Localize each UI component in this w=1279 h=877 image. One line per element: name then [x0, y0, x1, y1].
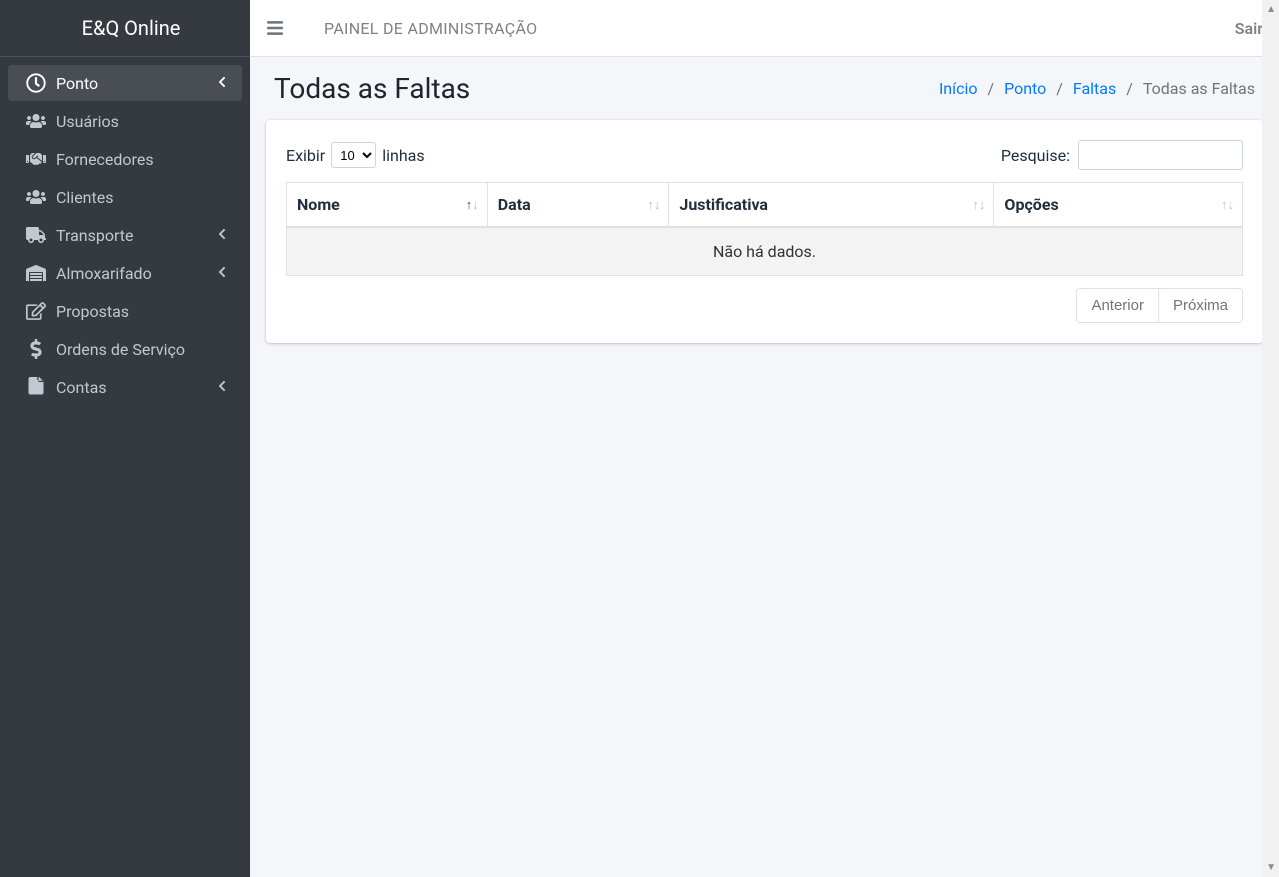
breadcrumb: Início / Ponto / Faltas / Todas as Falta… — [939, 79, 1255, 98]
content-header: Todas as Faltas Início / Ponto / Faltas … — [250, 57, 1279, 120]
brand-title[interactable]: E&Q Online — [0, 0, 250, 57]
warehouse-icon — [24, 263, 48, 283]
sidebar-item-ponto[interactable]: Ponto — [8, 65, 242, 101]
length-suffix: linhas — [382, 146, 424, 165]
handshake-icon — [24, 149, 48, 169]
users-icon — [24, 111, 48, 131]
main-content: PAINEL DE ADMINISTRAÇÃO Sair Todas as Fa… — [250, 0, 1279, 877]
sidebar-item-label: Clientes — [56, 188, 226, 207]
sidebar-item-transporte[interactable]: Transporte — [8, 217, 242, 253]
top-navbar: PAINEL DE ADMINISTRAÇÃO Sair — [250, 0, 1279, 57]
chevron-left-icon — [218, 228, 226, 243]
breadcrumb-sep: / — [1124, 79, 1135, 98]
pagination: Anterior Próxima — [1076, 288, 1243, 323]
sidebar-item-ordens[interactable]: Ordens de Serviço — [8, 331, 242, 367]
sidebar-item-clientes[interactable]: Clientes — [8, 179, 242, 215]
sidebar-item-label: Transporte — [56, 226, 218, 245]
col-label: Nome — [297, 195, 340, 214]
dollar-icon — [24, 339, 48, 359]
data-table: Nome ↑↓ Data ↑↓ Justificativa ↑↓ — [286, 182, 1243, 276]
table-empty-cell: Não há dados. — [287, 227, 1243, 276]
pen-icon — [24, 301, 48, 321]
users-icon — [24, 187, 48, 207]
invoice-icon — [24, 377, 48, 397]
breadcrumb-home[interactable]: Início — [939, 79, 978, 98]
sidebar-nav: Ponto Usuários — [0, 57, 250, 415]
chevron-left-icon — [218, 76, 226, 91]
search-label: Pesquise: — [1001, 146, 1070, 165]
table-empty-row: Não há dados. — [287, 227, 1243, 276]
breadcrumb-sep: / — [985, 79, 996, 98]
menu-toggle-icon[interactable] — [266, 19, 284, 37]
sidebar-item-label: Ponto — [56, 74, 218, 93]
next-button[interactable]: Próxima — [1159, 288, 1243, 323]
breadcrumb-current: Todas as Faltas — [1143, 79, 1255, 98]
sidebar-item-label: Almoxarifado — [56, 264, 218, 283]
col-label: Data — [498, 195, 531, 214]
breadcrumb-ponto[interactable]: Ponto — [1004, 79, 1046, 98]
scroll-up-icon: ▲ — [1266, 4, 1276, 15]
page-title: Todas as Faltas — [274, 72, 470, 105]
clock-icon — [24, 73, 48, 93]
table-search-control: Pesquise: — [1001, 140, 1243, 170]
sidebar-item-label: Contas — [56, 378, 218, 397]
chevron-left-icon — [218, 266, 226, 281]
sidebar-item-contas[interactable]: Contas — [8, 369, 242, 405]
sort-icon: ↑↓ — [1221, 197, 1234, 213]
search-input[interactable] — [1078, 140, 1243, 170]
sidebar-item-label: Ordens de Serviço — [56, 340, 226, 359]
page-scrollbar[interactable]: ▲ ▼ — [1262, 0, 1279, 877]
col-label: Justificativa — [679, 195, 768, 214]
sidebar-item-label: Propostas — [56, 302, 226, 321]
sidebar-item-label: Fornecedores — [56, 150, 226, 169]
sort-icon: ↑↓ — [972, 197, 985, 213]
sidebar-item-usuarios[interactable]: Usuários — [8, 103, 242, 139]
col-data[interactable]: Data ↑↓ — [487, 183, 669, 228]
sidebar-item-label: Usuários — [56, 112, 226, 131]
navbar-title: PAINEL DE ADMINISTRAÇÃO — [324, 19, 537, 38]
truck-icon — [24, 225, 48, 245]
col-nome[interactable]: Nome ↑↓ — [287, 183, 488, 228]
sort-icon: ↑↓ — [466, 197, 479, 213]
sidebar-item-propostas[interactable]: Propostas — [8, 293, 242, 329]
sort-icon: ↑↓ — [647, 197, 660, 213]
logout-link[interactable]: Sair — [1235, 19, 1263, 38]
breadcrumb-sep: / — [1054, 79, 1065, 98]
col-label: Opções — [1004, 195, 1058, 214]
sidebar: E&Q Online Ponto Usu — [0, 0, 250, 877]
prev-button[interactable]: Anterior — [1076, 288, 1159, 323]
sidebar-item-almoxarifado[interactable]: Almoxarifado — [8, 255, 242, 291]
breadcrumb-faltas[interactable]: Faltas — [1073, 79, 1116, 98]
col-opcoes[interactable]: Opções ↑↓ — [994, 183, 1243, 228]
table-length-control: Exibir 10 linhas — [286, 142, 425, 168]
chevron-left-icon — [218, 380, 226, 395]
length-select[interactable]: 10 — [331, 142, 376, 168]
col-justificativa[interactable]: Justificativa ↑↓ — [669, 183, 994, 228]
sidebar-item-fornecedores[interactable]: Fornecedores — [8, 141, 242, 177]
data-card: Exibir 10 linhas Pesquise: — [266, 120, 1263, 343]
scroll-down-icon: ▼ — [1266, 862, 1276, 873]
length-prefix: Exibir — [286, 146, 325, 165]
